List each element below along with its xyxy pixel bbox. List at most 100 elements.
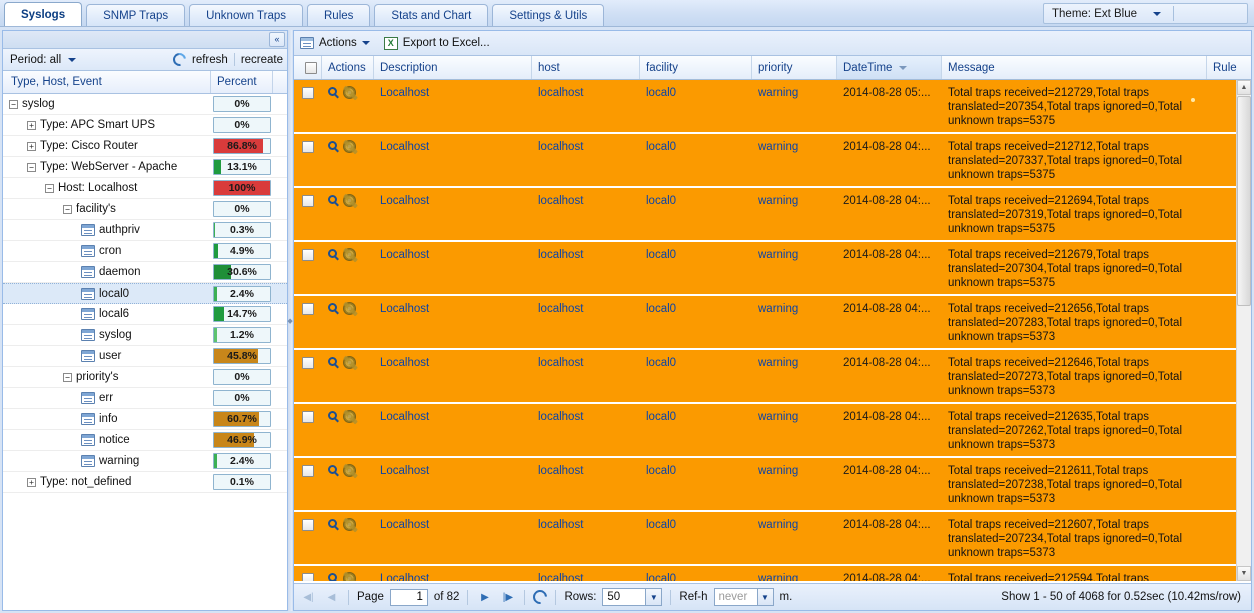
tree-row[interactable]: + Type: not_defined 0.1% bbox=[3, 472, 287, 493]
row-description-cell-text[interactable]: Localhost bbox=[380, 465, 429, 477]
grid-header-priority[interactable]: priority bbox=[752, 56, 837, 79]
tree-row[interactable]: notice 46.9% bbox=[3, 430, 287, 451]
checkbox-icon[interactable] bbox=[302, 519, 314, 531]
grid-header-actions[interactable]: Actions bbox=[322, 56, 374, 79]
row-select-cell[interactable] bbox=[294, 134, 322, 186]
gear-icon[interactable] bbox=[343, 464, 356, 477]
tree-row[interactable]: info 60.7% bbox=[3, 409, 287, 430]
checkbox-icon[interactable] bbox=[302, 465, 314, 477]
row-description-cell-text[interactable]: Localhost bbox=[380, 573, 429, 581]
search-icon[interactable] bbox=[328, 411, 337, 420]
export-to-excel-button[interactable]: X Export to Excel... bbox=[383, 36, 490, 50]
previous-page-button[interactable]: ◀ bbox=[323, 589, 340, 606]
checkbox-icon[interactable] bbox=[302, 411, 314, 423]
tree-row[interactable]: − facility's 0% bbox=[3, 199, 287, 220]
next-page-button[interactable]: ▶ bbox=[476, 589, 493, 606]
search-icon[interactable] bbox=[328, 141, 337, 150]
refresh-button[interactable]: refresh bbox=[192, 54, 228, 66]
scroll-down-icon[interactable]: ▼ bbox=[1237, 566, 1251, 581]
first-page-button[interactable]: ◀| bbox=[300, 589, 317, 606]
grid-row[interactable]: Localhost localhost local0 warning 2014-08-2… bbox=[294, 134, 1251, 188]
row-priority-cell-text[interactable]: warning bbox=[758, 573, 798, 581]
gear-icon[interactable] bbox=[343, 572, 356, 581]
collapse-node-icon[interactable]: − bbox=[9, 99, 18, 109]
tree-row[interactable]: − priority's 0% bbox=[3, 367, 287, 388]
row-facility-cell-text[interactable]: local0 bbox=[646, 573, 676, 581]
page-number-input[interactable] bbox=[389, 588, 428, 606]
row-description-cell-text[interactable]: Localhost bbox=[380, 249, 429, 261]
checkbox-icon[interactable] bbox=[302, 141, 314, 153]
checkbox-icon[interactable] bbox=[302, 357, 314, 369]
gear-icon[interactable] bbox=[343, 410, 356, 423]
tree-row[interactable]: syslog 1.2% bbox=[3, 325, 287, 346]
row-priority-cell-text[interactable]: warning bbox=[758, 195, 798, 207]
grid-header-facility[interactable]: facility bbox=[640, 56, 752, 79]
grid-row[interactable]: Localhost localhost local0 warning 2014-08-2… bbox=[294, 296, 1251, 350]
expand-node-icon[interactable]: + bbox=[27, 141, 36, 151]
grid-header-host[interactable]: host bbox=[532, 56, 640, 79]
gear-icon[interactable] bbox=[343, 302, 356, 315]
row-select-cell[interactable] bbox=[294, 80, 322, 132]
collapse-node-icon[interactable]: − bbox=[63, 204, 72, 214]
row-facility-cell-text[interactable]: local0 bbox=[646, 465, 676, 477]
tree-column-header-type[interactable]: Type, Host, Event bbox=[3, 71, 211, 93]
grid-vertical-scrollbar[interactable]: ▲ ▼ bbox=[1236, 80, 1251, 581]
theme-selector[interactable]: Theme: Ext Blue bbox=[1043, 3, 1248, 24]
tree-row[interactable]: authpriv 0.3% bbox=[3, 220, 287, 241]
collapse-panel-button[interactable]: « bbox=[269, 32, 285, 47]
row-select-cell[interactable] bbox=[294, 566, 322, 581]
row-select-cell[interactable] bbox=[294, 350, 322, 402]
collapse-node-icon[interactable]: − bbox=[45, 183, 54, 193]
tree-row[interactable]: + Type: APC Smart UPS 0% bbox=[3, 115, 287, 136]
collapse-node-icon[interactable]: − bbox=[27, 162, 36, 172]
row-description-cell-text[interactable]: Localhost bbox=[380, 519, 429, 531]
row-facility-cell-text[interactable]: local0 bbox=[646, 411, 676, 423]
period-dropdown-button[interactable]: Period: all bbox=[7, 53, 79, 67]
grid-row[interactable]: Localhost localhost local0 warning 2014-08-2… bbox=[294, 350, 1251, 404]
row-host-cell-text[interactable]: localhost bbox=[538, 249, 583, 261]
search-icon[interactable] bbox=[328, 303, 337, 312]
tree-row[interactable]: local0 2.4% bbox=[3, 283, 287, 304]
actions-menu-button[interactable]: Actions bbox=[300, 37, 370, 49]
row-facility-cell-text[interactable]: local0 bbox=[646, 195, 676, 207]
row-description-cell-text[interactable]: Localhost bbox=[380, 357, 429, 369]
panel-splitter[interactable]: ◆ bbox=[287, 30, 293, 611]
row-description-cell-text[interactable]: Localhost bbox=[380, 141, 429, 153]
row-host-cell-text[interactable]: localhost bbox=[538, 573, 583, 581]
last-page-button[interactable]: |▶ bbox=[499, 589, 516, 606]
tab-unknown-traps[interactable]: Unknown Traps bbox=[189, 4, 303, 26]
row-description-cell-text[interactable]: Localhost bbox=[380, 411, 429, 423]
gear-icon[interactable] bbox=[343, 248, 356, 261]
tab-snmp-traps[interactable]: SNMP Traps bbox=[86, 4, 186, 26]
grid-row[interactable]: Localhost localhost local0 warning 2014-08-2… bbox=[294, 458, 1251, 512]
row-select-cell[interactable] bbox=[294, 242, 322, 294]
rows-per-page-select[interactable]: 50 ▼ bbox=[602, 588, 663, 606]
tree-row[interactable]: cron 4.9% bbox=[3, 241, 287, 262]
row-host-cell-text[interactable]: localhost bbox=[538, 411, 583, 423]
tree-row[interactable]: − Type: WebServer - Apache 13.1% bbox=[3, 157, 287, 178]
checkbox-icon[interactable] bbox=[302, 87, 314, 99]
tab-rules[interactable]: Rules bbox=[307, 4, 371, 26]
row-facility-cell-text[interactable]: local0 bbox=[646, 303, 676, 315]
row-facility-cell-text[interactable]: local0 bbox=[646, 141, 676, 153]
row-facility-cell-text[interactable]: local0 bbox=[646, 357, 676, 369]
tree-row[interactable]: + Type: Cisco Router 86.8% bbox=[3, 136, 287, 157]
auto-refresh-select[interactable]: never ▼ bbox=[713, 588, 774, 606]
tab-settings-and-utils[interactable]: Settings & Utils bbox=[492, 4, 605, 26]
row-description-cell-text[interactable]: Localhost bbox=[380, 303, 429, 315]
tree-row[interactable]: user 45.8% bbox=[3, 346, 287, 367]
checkbox-icon[interactable] bbox=[302, 195, 314, 207]
grid-header-description[interactable]: Description bbox=[374, 56, 532, 79]
tree-row[interactable]: local6 14.7% bbox=[3, 304, 287, 325]
row-priority-cell-text[interactable]: warning bbox=[758, 411, 798, 423]
gear-icon[interactable] bbox=[343, 86, 356, 99]
row-priority-cell-text[interactable]: warning bbox=[758, 519, 798, 531]
tree-row[interactable]: err 0% bbox=[3, 388, 287, 409]
search-icon[interactable] bbox=[328, 465, 337, 474]
row-priority-cell-text[interactable]: warning bbox=[758, 87, 798, 99]
refresh-grid-icon[interactable] bbox=[530, 587, 551, 607]
search-icon[interactable] bbox=[328, 87, 337, 96]
checkbox-icon[interactable] bbox=[302, 249, 314, 261]
gear-icon[interactable] bbox=[343, 356, 356, 369]
row-select-cell[interactable] bbox=[294, 512, 322, 564]
